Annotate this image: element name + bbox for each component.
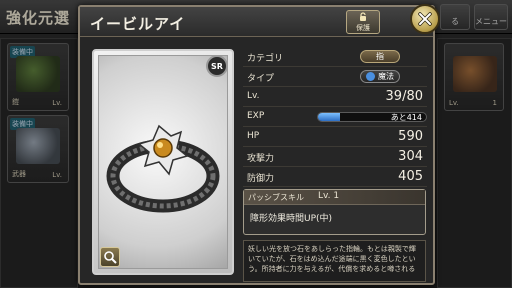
exp-bar: あと414	[317, 112, 427, 122]
type-orb-icon	[366, 72, 375, 81]
hp-value: 590	[398, 129, 423, 144]
category-badge: 指	[360, 50, 400, 63]
defense-value: 405	[398, 169, 423, 184]
lock-icon	[360, 11, 366, 21]
zoom-button[interactable]	[100, 247, 120, 267]
skill-header: パッシブスキル Lv. 1	[244, 190, 425, 205]
close-button[interactable]	[410, 4, 440, 34]
modal-header: イービルアイ 保護	[80, 7, 433, 37]
skill-description: 障形効果時間UP(中)	[250, 214, 333, 224]
exp-label: EXP	[247, 111, 265, 121]
level-value: 39/80	[385, 89, 423, 104]
protect-label: 保護	[356, 23, 370, 32]
flavor-text: 妖しい光を放つ石をあしらった指輪。もとは親製で輝いていたが、石をはめ込んだ途端に…	[243, 240, 426, 282]
item-name: イービルアイ	[90, 15, 186, 33]
zoom-icon	[104, 251, 117, 264]
exp-remaining: あと414	[390, 113, 422, 122]
rarity-badge: SR	[206, 55, 228, 77]
stats-table: カテゴリ 指 タイプ 魔法 Lv. 39/80 EXP あと414 HP 590	[243, 47, 427, 187]
category-label: カテゴリ	[247, 54, 284, 64]
skill-level: Lv. 1	[318, 191, 340, 201]
type-label: タイプ	[247, 74, 275, 84]
item-card: SR	[92, 49, 234, 275]
attack-value: 304	[398, 149, 423, 164]
hp-label: HP	[247, 131, 260, 141]
stat-row-hp: HP 590	[243, 127, 427, 147]
stat-row-attack: 攻撃力 304	[243, 147, 427, 167]
exp-bar-fill	[318, 113, 340, 121]
close-icon	[418, 12, 432, 26]
stat-row-category: カテゴリ 指	[243, 47, 427, 67]
stat-row-level: Lv. 39/80	[243, 87, 427, 107]
defense-label: 防御力	[247, 174, 275, 184]
card-art	[98, 55, 228, 269]
stat-row-type: タイプ 魔法	[243, 67, 427, 87]
skill-title: パッシブスキル	[248, 193, 304, 202]
type-badge: 魔法	[360, 70, 400, 83]
item-detail-modal: イービルアイ 保護 SR カテゴリ 指 タイプ 魔法 Lv. 39/80 EXP…	[78, 4, 440, 285]
type-value: 魔法	[378, 72, 394, 81]
passive-skill-box: パッシブスキル Lv. 1 障形効果時間UP(中)	[243, 189, 426, 235]
ring-image	[106, 124, 220, 213]
level-label: Lv.	[247, 91, 260, 101]
stat-row-exp: EXP あと414	[243, 107, 427, 127]
protect-button[interactable]: 保護	[346, 10, 380, 34]
stat-row-defense: 防御力 405	[243, 167, 427, 187]
attack-label: 攻撃力	[247, 154, 275, 164]
